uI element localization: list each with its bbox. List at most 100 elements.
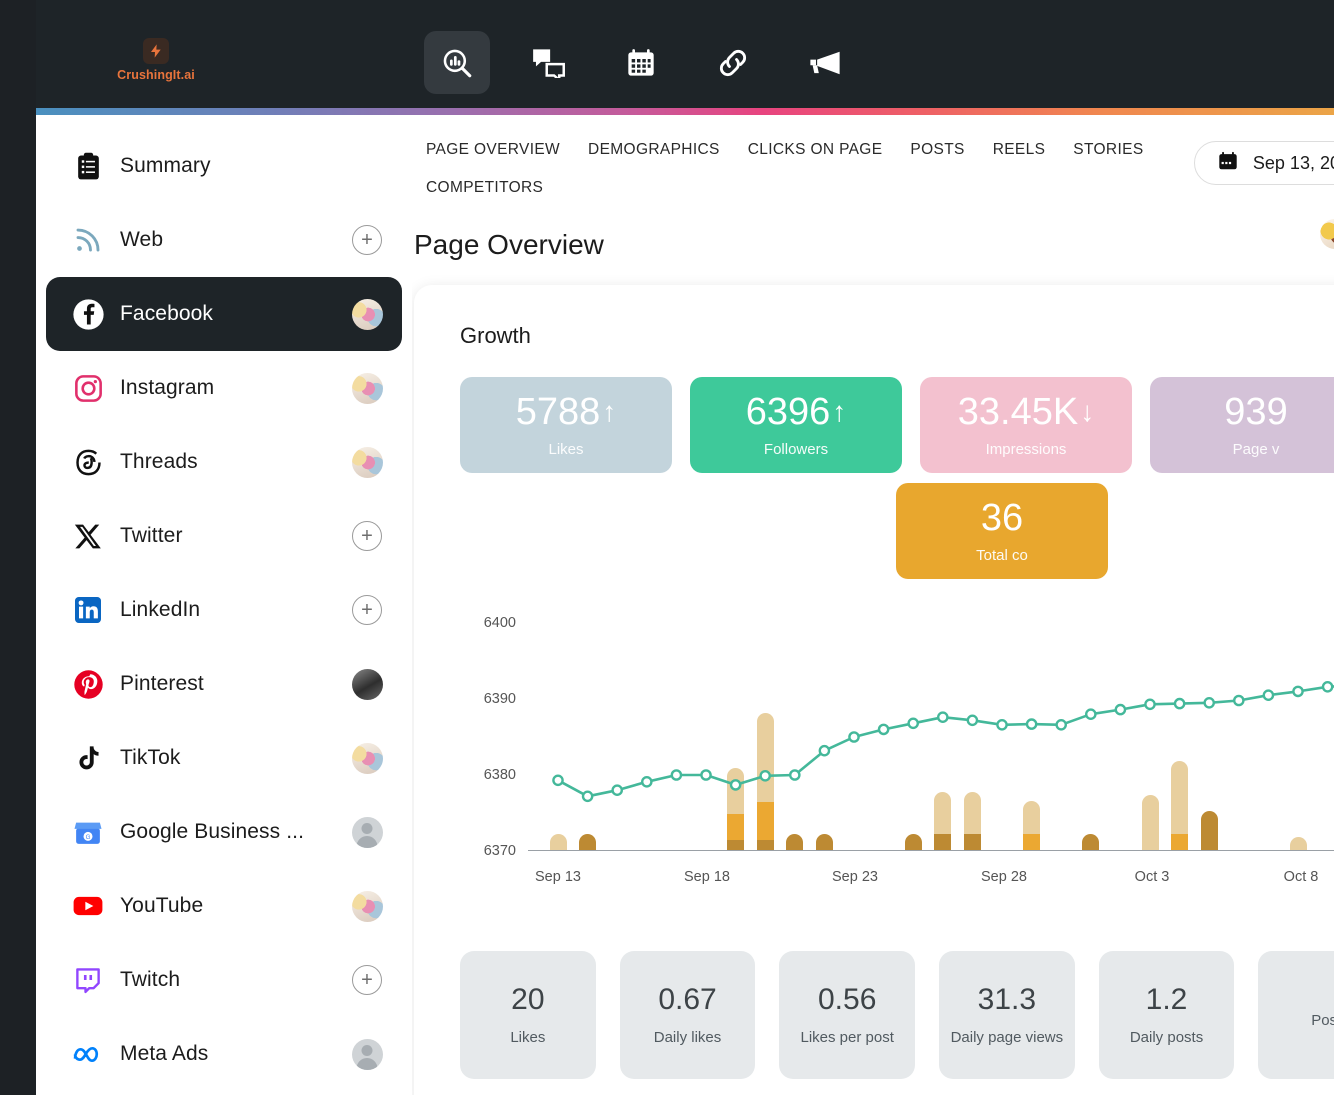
sidebar-item-meta-ads[interactable]: Meta Ads [46,1017,402,1091]
link-chain-icon [716,46,750,80]
sidebar-item-threads[interactable]: Threads [46,425,402,499]
metric-card[interactable]: 20 Likes [460,951,596,1079]
nav-analytics-button[interactable] [424,31,490,94]
growth-card: Growth 5788 ↑ Likes 6396 ↑ Followers 33.45… [414,285,1334,1095]
metric-value: 0.67 [658,982,717,1016]
trend-down-icon: ↓ [1080,395,1095,427]
brand-name: CrushingIt.ai [117,68,195,82]
x-axis-tick: Sep 23 [832,869,878,885]
tab-reels[interactable]: REELS [993,131,1062,169]
account-avatar[interactable] [1320,219,1334,249]
plus-icon: + [352,225,382,255]
plus-icon: + [352,595,382,625]
metric-value: 31.3 [977,982,1037,1016]
sidebar-item-label: Pinterest [120,672,204,695]
sidebar-account-avatar[interactable] [350,1038,384,1070]
chat-bubbles-icon [532,48,566,78]
sidebar-account-avatar[interactable] [350,668,384,700]
sidebar-item-label: Summary [120,154,211,177]
growth-chart: 6400 6390 6380 6370 Sep 13 Sep 18 Sep 23… [460,615,1334,903]
sidebar-account-avatar[interactable] [350,446,384,478]
nav-engage-button[interactable] [516,31,582,94]
sidebar-item-linkedin[interactable]: LinkedIn + [46,573,402,647]
sidebar-account-avatar[interactable] [350,742,384,774]
stat-value: 33.45K [957,390,1079,433]
sidebar-item-pinterest[interactable]: Pinterest [46,647,402,721]
tab-posts[interactable]: POSTS [910,131,980,169]
stat-card-page-views[interactable]: 939 Page v [1150,377,1334,473]
sidebar-add-web-button[interactable]: + [350,225,384,255]
sidebar-item-twitch[interactable]: Twitch + [46,943,402,1017]
stat-label: Total co [976,546,1028,564]
sidebar-item-label: Facebook [120,302,214,325]
sidebar-item-label: Google Business ... [120,820,304,843]
twitch-icon [66,965,110,995]
calendar-icon [1217,150,1239,177]
nav-links-button[interactable] [700,31,766,94]
avatar [351,1038,383,1070]
brand-logo[interactable]: CrushingIt.ai [96,38,216,82]
tab-clicks-on-page[interactable]: CLICKS ON PAGE [748,131,899,169]
clipboard-list-icon [66,151,110,182]
stat-label: Impressions [985,440,1067,458]
stat-card-total-comments[interactable]: 36 Total co [896,483,1108,579]
stat-card-followers[interactable]: 6396 ↑ Followers [690,377,902,473]
metric-card[interactable]: 0.56 Likes per post [779,951,916,1079]
x-axis-tick: Sep 28 [981,869,1027,885]
stat-card-likes[interactable]: 5788 ↑ Likes [460,377,672,473]
tab-stories[interactable]: STORIES [1073,131,1159,169]
metric-card[interactable]: 31.3 Daily page views [939,951,1075,1079]
sidebar-item-twitter[interactable]: Twitter + [46,499,402,573]
sidebar-add-linkedin-button[interactable]: + [350,595,384,625]
facebook-icon [66,298,110,331]
x-twitter-icon [66,522,110,551]
metric-value: 20 [511,982,545,1016]
nav-calendar-button[interactable] [608,31,674,94]
line-series [552,681,1334,803]
sidebar-item-tiktok[interactable]: TikTok [46,721,402,795]
x-axis-tick: Oct 8 [1283,869,1319,885]
sidebar-item-label: Meta Ads [120,1042,209,1065]
metric-card[interactable]: Post [1258,951,1334,1079]
metric-cards: 20 Likes 0.67 Daily likes 0.56 Likes per… [460,951,1334,1079]
sidebar-item-web[interactable]: Web + [46,203,402,277]
sidebar-account-avatar[interactable] [350,372,384,404]
x-axis-tick: Sep 13 [535,869,581,885]
sidebar-item-instagram[interactable]: Instagram [46,351,402,425]
sidebar-account-avatar[interactable] [350,890,384,922]
sidebar-item-facebook[interactable]: Facebook [46,277,402,351]
meta-icon [66,1038,110,1071]
metric-card[interactable]: 0.67 Daily likes [619,951,756,1079]
nav-ads-button[interactable] [792,31,858,94]
metric-card[interactable]: 1.2 Daily posts [1098,951,1235,1079]
top-navigation [424,31,858,94]
stat-value: 6396 [745,390,831,433]
trend-up-icon: ↑ [832,395,847,427]
sidebar-item-google-business[interactable]: G Google Business ... [46,795,402,869]
avatar [351,668,383,700]
date-range-picker[interactable]: Sep 13, 2024 - [1193,141,1334,185]
svg-text:G: G [86,834,91,841]
growth-stat-cards: 5788 ↑ Likes 6396 ↑ Followers 33.45K ↓ Impr… [460,377,1334,579]
megaphone-icon [807,48,843,78]
y-axis-tick: 6400 [483,615,516,631]
sidebar-add-twitch-button[interactable]: + [350,965,384,995]
app-window: CrushingIt.ai Summary Web + Facebook Ins… [0,0,1334,1095]
avatar [351,742,383,774]
chart-search-icon [440,46,474,80]
page-title: Page Overview [414,229,604,260]
sidebar-account-avatar[interactable] [350,298,384,330]
sidebar-item-youtube[interactable]: YouTube [46,869,402,943]
sidebar-item-label: TikTok [120,746,181,769]
tab-competitors[interactable]: COMPETITORS [426,169,559,207]
y-axis-tick: 6390 [483,691,516,707]
sidebar-item-label: Twitter [120,524,183,547]
linkedin-icon [66,595,110,625]
tab-page-overview[interactable]: PAGE OVERVIEW [426,131,576,169]
sidebar-account-avatar[interactable] [350,816,384,848]
sidebar-add-twitter-button[interactable]: + [350,521,384,551]
stat-card-impressions[interactable]: 33.45K ↓ Impressions [920,377,1132,473]
avatar [351,816,383,848]
sidebar-item-summary[interactable]: Summary [46,129,402,203]
tab-demographics[interactable]: DEMOGRAPHICS [588,131,736,169]
